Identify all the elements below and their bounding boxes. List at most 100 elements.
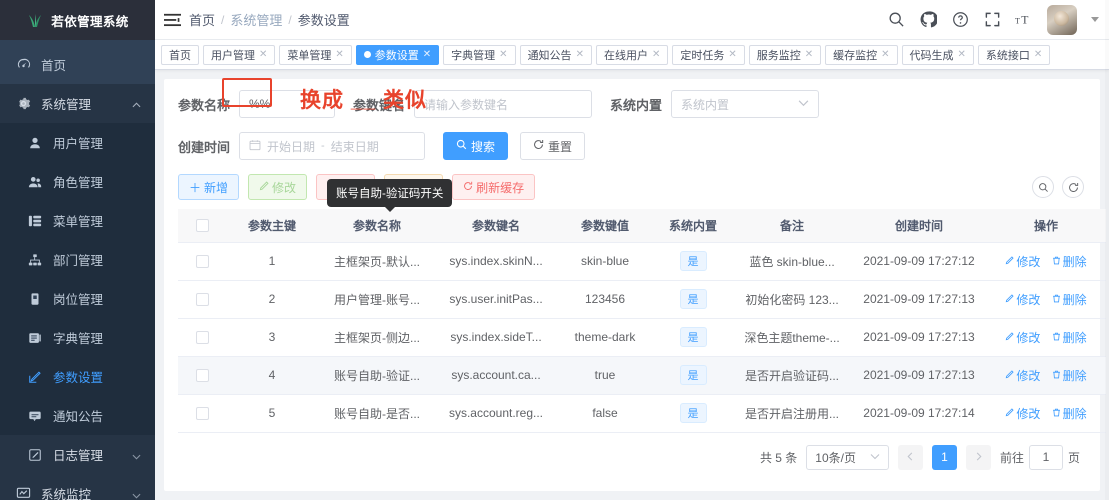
param-name-input[interactable]: %% <box>239 90 336 118</box>
question-circle-icon[interactable] <box>951 11 969 29</box>
close-icon[interactable]: ✕ <box>259 49 267 60</box>
sidebar-item-system-management[interactable]: 系统管理 <box>0 84 155 123</box>
github-icon[interactable] <box>919 11 937 29</box>
sidebar-item-post-management[interactable]: 岗位管理 <box>0 279 155 318</box>
prev-page-button[interactable] <box>897 444 923 470</box>
sidebar-item-dict-management[interactable]: 字典管理 <box>0 318 155 357</box>
close-icon[interactable]: ✕ <box>728 49 736 60</box>
row-edit-link[interactable]: 修改 <box>1005 253 1040 270</box>
close-icon[interactable]: ✕ <box>499 49 507 60</box>
tag-service-monitor[interactable]: 服务监控 ✕ <box>748 44 822 65</box>
row-delete-link[interactable]: 删除 <box>1052 405 1087 422</box>
close-icon[interactable]: ✕ <box>958 49 966 60</box>
tag-label: 缓存监控 <box>833 49 878 62</box>
sidebar-item-home[interactable]: 首页 <box>0 45 155 84</box>
sidebar-item-system-monitor[interactable]: 系统监控 <box>0 474 155 500</box>
row-edit-link[interactable]: 修改 <box>1005 367 1040 384</box>
param-name-label: 参数名称 <box>178 97 231 113</box>
sidebar-item-user-management[interactable]: 用户管理 <box>0 123 155 162</box>
tag-menu-management[interactable]: 菜单管理 ✕ <box>279 44 352 65</box>
tag-label: 字典管理 <box>451 49 496 62</box>
tag-notice[interactable]: 通知公告 ✕ <box>519 44 592 65</box>
row-delete-link[interactable]: 删除 <box>1052 367 1087 384</box>
row-delete-link[interactable]: 删除 <box>1052 253 1087 270</box>
tag-online-users[interactable]: 在线用户 ✕ <box>595 44 669 65</box>
row-checkbox[interactable] <box>195 331 209 345</box>
breadcrumb-middle[interactable]: 系统管理 <box>230 10 282 29</box>
refresh-cache-button[interactable]: 刷新缓存 <box>452 174 536 200</box>
refresh-table-icon[interactable] <box>1062 176 1084 198</box>
sidebar-item-menu-management[interactable]: 菜单管理 <box>0 201 155 240</box>
table-row[interactable]: 2 用户管理-账号... sys.user.initPas... 123456 … <box>178 280 1106 319</box>
fullscreen-icon[interactable] <box>983 11 1001 29</box>
sidebar-item-dept-management[interactable]: 部门管理 <box>0 240 155 279</box>
plus-icon: ＋ <box>189 180 202 195</box>
select-all-checkbox[interactable] <box>195 219 209 233</box>
row-checkbox[interactable] <box>195 255 209 269</box>
table-row[interactable]: 4 账号自助-验证... sys.account.ca... true 是 是否… <box>178 356 1106 395</box>
add-button[interactable]: ＋ 新增 <box>178 174 240 200</box>
tag-dict-management[interactable]: 字典管理 ✕ <box>443 44 516 65</box>
avatar[interactable] <box>1047 4 1077 35</box>
main-container: 首页 / 系统管理 / 参数设置 T T 首页 用户管理 ✕ 菜单管理 ✕ 参数… <box>155 0 1109 500</box>
param-key-input[interactable]: 请输入参数键名 <box>414 90 593 118</box>
col-param-name: 参数名称 <box>318 209 436 243</box>
tag-system-interface[interactable]: 系统接口 ✕ <box>977 44 1051 65</box>
close-icon[interactable]: ✕ <box>881 49 889 60</box>
row-edit-link[interactable]: 修改 <box>1005 329 1040 346</box>
tag-scheduled-tasks[interactable]: 定时任务 ✕ <box>672 44 745 65</box>
close-icon[interactable]: ✕ <box>1034 49 1042 60</box>
builtin-select[interactable]: 系统内置 <box>671 90 820 118</box>
tag-label: 用户管理 <box>211 49 255 62</box>
row-checkbox[interactable] <box>195 369 209 383</box>
tag-label: 服务监控 <box>756 49 801 62</box>
tag-home[interactable]: 首页 <box>161 44 199 65</box>
tag-code-generation[interactable]: 代码生成 ✕ <box>901 44 974 65</box>
table-row[interactable]: 1 主框架页-默认... sys.index.skinN... skin-blu… <box>178 242 1106 281</box>
chevron-down-icon[interactable] <box>1091 17 1099 22</box>
close-icon[interactable]: ✕ <box>576 49 584 60</box>
table-row[interactable]: 5 账号自助-是否... sys.account.reg... false 是 … <box>178 394 1106 433</box>
sidebar-item-log-management[interactable]: 日志管理 <box>0 435 155 474</box>
breadcrumb-home[interactable]: 首页 <box>189 10 215 29</box>
sidebar-menu: 首页 系统管理 用户管理 角色管理 菜单管理 部门管理 岗位管理 字典管理 参数… <box>0 40 155 500</box>
date-range-input[interactable]: 开始日期 - 结束日期 <box>239 132 426 160</box>
table-header-row: 参数主键 参数名称 参数键名 参数键值 系统内置 备注 创建时间 操作 <box>178 209 1106 243</box>
tag-param-settings[interactable]: 参数设置 ✕ <box>355 44 440 65</box>
page-scrollbar[interactable] <box>1105 0 1109 500</box>
builtin-label: 系统内置 <box>610 97 663 113</box>
params-table: 参数主键 参数名称 参数键名 参数键值 系统内置 备注 创建时间 操作 1 主框… <box>178 209 1106 433</box>
next-page-button[interactable] <box>965 444 991 470</box>
search-button[interactable]: 搜索 <box>443 132 509 160</box>
close-icon[interactable]: ✕ <box>805 49 813 60</box>
row-checkbox[interactable] <box>195 407 209 421</box>
edit-button[interactable]: 修改 <box>248 174 308 200</box>
close-icon[interactable]: ✕ <box>335 49 343 60</box>
cell-operations: 修改 删除 <box>986 318 1106 357</box>
tag-cache-monitor[interactable]: 缓存监控 ✕ <box>825 44 898 65</box>
sidebar-item-param-settings[interactable]: 参数设置 <box>0 357 155 396</box>
reset-button[interactable]: 重置 <box>520 132 586 160</box>
tag-user-management[interactable]: 用户管理 ✕ <box>203 44 276 65</box>
row-delete-link[interactable]: 删除 <box>1052 329 1087 346</box>
close-icon[interactable]: ✕ <box>652 49 660 60</box>
search-toggle-icon[interactable] <box>1032 176 1054 198</box>
row-edit-link[interactable]: 修改 <box>1005 291 1040 308</box>
font-size-icon[interactable]: T T <box>1015 11 1033 29</box>
page-size-select[interactable]: 10条/页 <box>806 444 889 470</box>
sidebar-item-role-management[interactable]: 角色管理 <box>0 162 155 201</box>
row-edit-link[interactable]: 修改 <box>1005 405 1040 422</box>
sidebar-logo[interactable]: 若依管理系统 <box>0 0 155 40</box>
row-delete-link[interactable]: 删除 <box>1052 291 1087 308</box>
close-icon[interactable]: ✕ <box>423 49 431 60</box>
sidebar-item-notice[interactable]: 通知公告 <box>0 396 155 435</box>
row-checkbox[interactable] <box>195 293 209 307</box>
search-icon[interactable] <box>887 11 905 29</box>
jump-page-input[interactable]: 1 <box>1028 444 1063 470</box>
param-name-tooltip: 账号自助-验证码开关 <box>327 179 453 212</box>
page-number-1[interactable]: 1 <box>931 444 957 470</box>
param-key-label: 参数键名 <box>353 97 406 113</box>
cell-param-value: 123456 <box>556 280 654 319</box>
hamburger-icon[interactable] <box>155 13 189 27</box>
table-row[interactable]: 3 主框架页-侧边... sys.index.sideT... theme-da… <box>178 318 1106 357</box>
